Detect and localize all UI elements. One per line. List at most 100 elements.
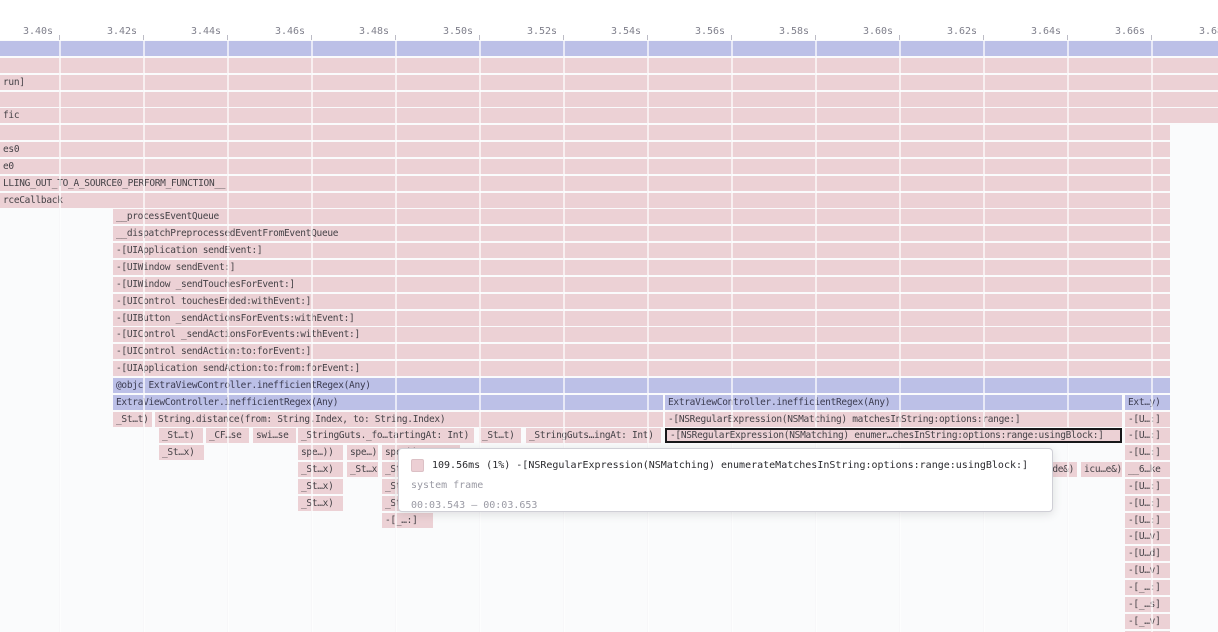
frame-label: _St…x)	[301, 464, 334, 475]
frame-bar[interactable]: -[_…s]	[1125, 597, 1170, 612]
tooltip-time-range: 00:03.543 — 00:03.653	[411, 497, 1040, 513]
frame-bar[interactable]: __processEventQueue	[113, 209, 1170, 224]
frame-label: -[U…v]	[1128, 565, 1161, 576]
frame-bar[interactable]: -[UIControl _sendActionsForEvents:withEv…	[113, 327, 1170, 342]
frame-label: -[U…:]	[1128, 498, 1161, 509]
tooltip-title: 109.56ms (1%) -[NSRegularExpression(NSMa…	[432, 460, 1028, 471]
time-ruler[interactable]: 3.40s3.42s3.44s3.46s3.48s3.50s3.52s3.54s…	[0, 0, 1218, 40]
gridline	[395, 40, 397, 632]
frame-bar[interactable]: -[U…d]	[1125, 546, 1170, 561]
ruler-tick-label: 3.40s	[23, 26, 53, 37]
frame-bar[interactable]: -[NSRegularExpression(NSMatching) matche…	[665, 412, 1122, 427]
frame-bar[interactable]: icu…e&)	[1081, 462, 1122, 477]
frame-bar[interactable]: rceCallback	[0, 193, 1170, 208]
frame-bar[interactable]: -[UIControl sendAction:to:forEvent:]	[113, 344, 1170, 359]
frame-bar[interactable]: ExtraViewController.inefficientRegex(Any…	[665, 395, 1122, 410]
ruler-tick-mark	[227, 35, 228, 40]
frame-label: Ext…y)	[1128, 397, 1161, 408]
color-swatch-icon	[411, 459, 424, 472]
frame-bar[interactable]: -[U…:]	[1125, 513, 1170, 528]
frame-bar[interactable]: _StringGuts…ingAt: Int)	[526, 428, 661, 443]
frame-bar-selected[interactable]: -[NSRegularExpression(NSMatching) enumer…	[665, 428, 1122, 443]
frame-label: -[U…v]	[1128, 531, 1161, 542]
frame-bar[interactable]: swi…se	[253, 428, 296, 443]
frame-bar[interactable]: String.distance(from: String.Index, to: …	[155, 412, 663, 427]
gridline	[815, 40, 817, 632]
gridline	[143, 40, 145, 632]
frame-label: @objc ExtraViewController.inefficientReg…	[116, 380, 371, 391]
frame-bar[interactable]: -[_…:]	[1125, 580, 1170, 595]
frame-bar[interactable]	[0, 92, 1218, 107]
frame-bar[interactable]: Ext…y)	[1125, 395, 1170, 410]
frame-bar[interactable]: -[_…v]	[1125, 614, 1170, 629]
frame-bar[interactable]	[0, 41, 1218, 56]
frame-bar[interactable]: run]	[0, 75, 1218, 90]
ruler-tick-label: 3.62s	[947, 26, 977, 37]
frame-bar[interactable]	[0, 58, 1218, 73]
frame-bar[interactable]: -[U…:]	[1125, 445, 1170, 460]
frame-bar[interactable]: -[UIApplication sendAction:to:from:forEv…	[113, 361, 1170, 376]
gridline	[1067, 40, 1069, 632]
frame-bar[interactable]: -[U…v]	[1125, 563, 1170, 578]
frame-bar[interactable]: e0	[0, 159, 1170, 174]
frame-label: _St…t)	[162, 430, 195, 441]
frame-bar[interactable]: -[UIButton _sendActionsForEvents:withEve…	[113, 311, 1170, 326]
frame-bar[interactable]: _St…x)	[347, 462, 378, 477]
ruler-tick-mark	[1067, 35, 1068, 40]
frame-label: -[U…:]	[1128, 447, 1161, 458]
frame-bar[interactable]: _St…t)	[479, 428, 521, 443]
frame-bar[interactable]: fic	[0, 108, 1218, 123]
frame-label: spe…))	[301, 447, 334, 458]
frame-bar[interactable]: LLING_OUT_TO_A_SOURCE0_PERFORM_FUNCTION_…	[0, 176, 1170, 191]
frame-bar[interactable]	[0, 125, 1170, 140]
ruler-tick-mark	[731, 35, 732, 40]
frame-bar[interactable]: -[U…:]	[1125, 479, 1170, 494]
frame-label: -[U…:]	[1128, 515, 1161, 526]
frame-bar[interactable]: -[UIWindow _sendTouchesForEvent:]	[113, 277, 1170, 292]
frame-label: _St…x)	[162, 447, 195, 458]
frame-bar[interactable]: _St…x)	[298, 496, 343, 511]
frame-bar[interactable]: _St…x)	[159, 445, 204, 460]
gridline	[227, 40, 229, 632]
frame-bar[interactable]: ExtraViewController.inefficientRegex(Any…	[113, 395, 663, 410]
frame-bar[interactable]: -[U…:]	[1125, 496, 1170, 511]
frame-bar[interactable]: -[UIControl touchesEnded:withEvent:]	[113, 294, 1170, 309]
frame-label: _StringGuts…ingAt: Int)	[529, 430, 654, 441]
frame-bar[interactable]: __6…ke	[1125, 462, 1170, 477]
frame-tooltip: 109.56ms (1%) -[NSRegularExpression(NSMa…	[398, 448, 1053, 512]
frame-bar[interactable]: _St…x)	[298, 462, 343, 477]
ruler-tick-label: 3.52s	[527, 26, 557, 37]
frame-label: -[U…:]	[1128, 430, 1161, 441]
frame-bar[interactable]: @objc ExtraViewController.inefficientReg…	[113, 378, 1170, 393]
ruler-tick-mark	[563, 35, 564, 40]
frame-bar[interactable]: __dispatchPreprocessedEventFromEventQueu…	[113, 226, 1170, 241]
frame-label: -[UIApplication sendEvent:]	[116, 245, 262, 256]
frame-label: -[U…d]	[1128, 548, 1161, 559]
frame-bar[interactable]: _St…t)	[113, 412, 152, 427]
gridline	[1151, 40, 1153, 632]
gridline	[563, 40, 565, 632]
frame-bar[interactable]: -[_…:]	[382, 513, 433, 528]
frame-label: -[_…:]	[1128, 582, 1161, 593]
ruler-tick-mark	[899, 35, 900, 40]
frame-bar[interactable]: _St…x)	[298, 479, 343, 494]
frame-bar[interactable]: -[UIApplication sendEvent:]	[113, 243, 1170, 258]
frame-bar[interactable]: _StringGuts._fo…tartingAt: Int)	[298, 428, 474, 443]
ruler-tick-mark	[647, 35, 648, 40]
frame-bar[interactable]: spe…))	[298, 445, 343, 460]
ruler-tick-mark	[311, 35, 312, 40]
frame-label: de&)	[1052, 464, 1074, 475]
gridline	[59, 40, 61, 632]
frame-label: -[_…s]	[1128, 599, 1161, 610]
frame-label: __processEventQueue	[116, 211, 219, 222]
frame-label: String.distance(from: String.Index, to: …	[158, 414, 445, 425]
frame-bar[interactable]: _St…t)	[159, 428, 203, 443]
frame-bar[interactable]: es0	[0, 142, 1170, 157]
frame-bar[interactable]: -[U…v]	[1125, 529, 1170, 544]
frame-bar[interactable]: -[U…:]	[1125, 412, 1170, 427]
frame-bar[interactable]: spe…))	[347, 445, 378, 460]
frame-bar[interactable]: -[U…:]	[1125, 428, 1170, 443]
frame-label: LLING_OUT_TO_A_SOURCE0_PERFORM_FUNCTION_…	[3, 178, 225, 189]
gridline	[479, 40, 481, 632]
frame-bar[interactable]: -[UIWindow sendEvent:]	[113, 260, 1170, 275]
